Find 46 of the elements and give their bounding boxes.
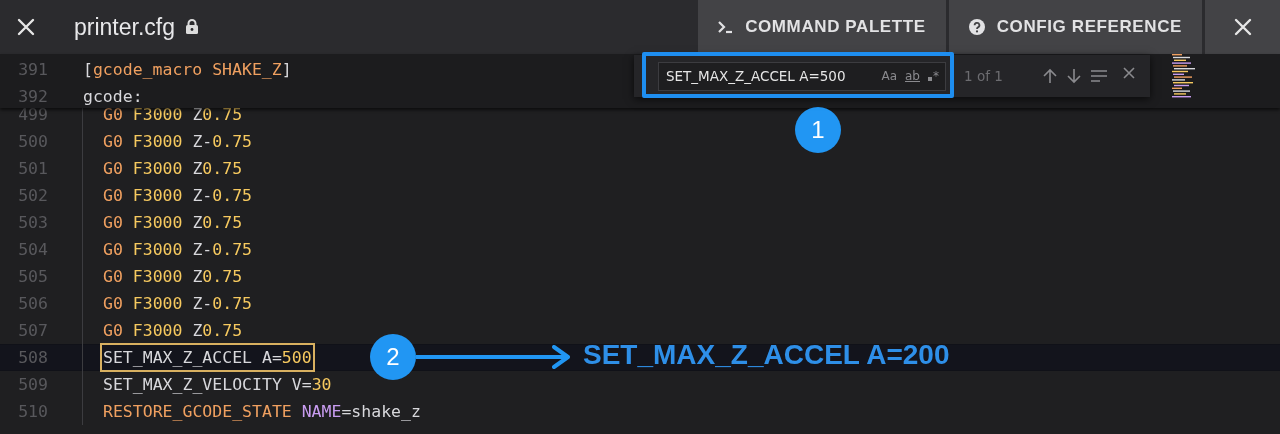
line-number: 504: [17, 240, 48, 259]
callout-number: 1: [795, 107, 841, 153]
callout-number: 2: [370, 334, 416, 380]
whole-word-toggle[interactable]: ab: [905, 69, 920, 83]
help-icon: [968, 19, 985, 35]
config-reference-button[interactable]: CONFIG REFERENCE: [948, 0, 1202, 54]
line-number: 391: [17, 60, 48, 79]
code-line: G0 F3000 Z0.75: [103, 108, 243, 126]
code-line: G0 F3000 Z-0.75: [103, 185, 253, 207]
line-number: 501: [17, 159, 48, 178]
line-number: 392: [17, 87, 48, 106]
arrow-up-icon[interactable]: [1042, 68, 1058, 84]
line-number: 502: [17, 186, 48, 205]
code-line: RESTORE_GCODE_STATE NAME=shake_z: [103, 401, 421, 423]
arrow-down-icon[interactable]: [1066, 68, 1082, 84]
regex-toggle[interactable]: *: [928, 69, 939, 83]
match-count: 1 of 1: [964, 68, 1004, 84]
code-line: G0 F3000 Z0.75: [103, 320, 243, 342]
code-line: G0 F3000 Z-0.75: [103, 293, 253, 315]
line-number: 500: [17, 132, 48, 151]
file-title: printer.cfg: [74, 13, 175, 41]
minimap-drawing: [1172, 54, 1196, 100]
line-number: 505: [17, 267, 48, 286]
close-button[interactable]: [1205, 0, 1280, 54]
code-line: [gcode_macro SHAKE_Z]: [83, 59, 292, 81]
search-field[interactable]: SET_MAX_Z_ACCEL A=500 Aa ab *: [658, 61, 946, 91]
code-line: SET_MAX_Z_VELOCITY V=30: [103, 374, 332, 396]
line-number: 506: [17, 294, 48, 313]
terminal-icon: [718, 19, 734, 35]
code-line: G0 F3000 Z-0.75: [103, 239, 253, 261]
code-line: G0 F3000 Z-0.75: [103, 131, 253, 153]
code-line: G0 F3000 Z0.75: [103, 266, 243, 288]
line-number: 503: [17, 213, 48, 232]
line-number: 509: [17, 375, 48, 394]
code-line: G0 F3000 Z0.75: [103, 158, 243, 180]
line-number: 499: [17, 108, 48, 124]
matched-code-line: SET_MAX_Z_ACCEL A=500: [102, 345, 313, 370]
annotation-text: SET_MAX_Z_ACCEL A=200: [583, 339, 950, 371]
close-icon: [1232, 17, 1253, 37]
line-number: 508: [17, 348, 48, 367]
match-case-toggle[interactable]: Aa: [881, 69, 897, 83]
code-line: gcode:: [83, 86, 143, 108]
line-number: 507: [17, 321, 48, 340]
command-palette-button[interactable]: COMMAND PALETTE: [698, 0, 946, 54]
code-line: G0 F3000 Z0.75: [103, 212, 243, 234]
line-number: 510: [17, 402, 48, 421]
